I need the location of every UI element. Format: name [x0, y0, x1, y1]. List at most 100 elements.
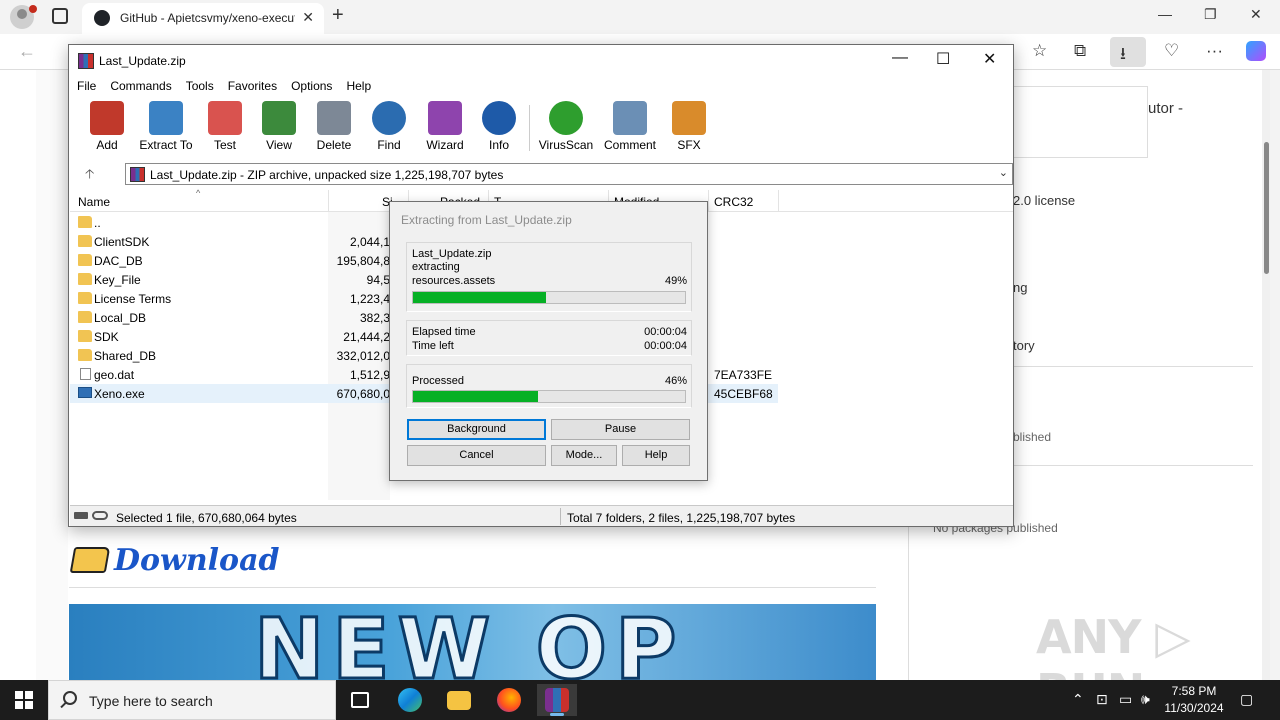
delete-button[interactable]: Delete — [306, 101, 362, 152]
notification-badge — [29, 5, 37, 13]
processed-progress-bar — [412, 390, 686, 403]
mode-button[interactable]: Mode... — [551, 445, 617, 466]
column-name[interactable]: Name — [78, 195, 110, 209]
taskbar-clock[interactable]: 7:58 PM 11/30/2024 — [1158, 683, 1230, 717]
browser-essentials-icon[interactable]: ♡ — [1164, 41, 1179, 61]
divider — [69, 587, 876, 588]
test-button[interactable]: Test — [197, 101, 253, 152]
item-size: 195,804,8 — [336, 254, 390, 268]
status-selection: Selected 1 file, 670,680,064 bytes — [116, 511, 297, 525]
browser-tab-bar: GitHub - Apietcsvmy/xeno-executor ✕ + — … — [0, 0, 1280, 34]
menu-tools[interactable]: Tools — [186, 76, 222, 98]
add-button[interactable]: Add — [79, 101, 135, 152]
delete-icon — [317, 101, 351, 135]
item-name: .. — [94, 216, 101, 230]
chevron-down-icon[interactable]: ⌄ — [999, 166, 1008, 179]
releases-fragment: blished — [1013, 430, 1052, 444]
new-tab-button[interactable]: + — [332, 4, 344, 27]
start-button[interactable] — [15, 691, 33, 709]
taskbar-edge[interactable] — [390, 684, 430, 716]
dialog-title: Extracting from Last_Update.zip — [401, 213, 572, 227]
up-folder-icon[interactable]: 🡡 — [85, 165, 94, 187]
column-crc32[interactable]: CRC32 — [714, 195, 753, 209]
wizard-icon — [428, 101, 462, 135]
test-icon — [208, 101, 242, 135]
extract-to-button[interactable]: Extract To — [138, 101, 194, 152]
task-view-button[interactable] — [340, 684, 380, 716]
browser-minimize-button[interactable]: — — [1158, 6, 1172, 22]
browser-close-button[interactable]: ✕ — [1250, 6, 1262, 23]
sfx-button[interactable]: SFX — [661, 101, 717, 152]
tray-overflow-icon[interactable]: ⌃ — [1072, 691, 1084, 708]
page-scrollbar[interactable] — [1262, 70, 1270, 680]
taskbar-file-explorer[interactable] — [439, 684, 479, 716]
taskbar-search-box[interactable]: Type here to search — [48, 680, 336, 720]
pause-button[interactable]: Pause — [551, 419, 690, 440]
tab-actions-icon[interactable] — [52, 8, 68, 24]
notifications-icon[interactable]: ▢ — [1240, 691, 1253, 708]
view-button[interactable]: View — [251, 101, 307, 152]
menu-options[interactable]: Options — [291, 76, 340, 98]
path-text: Last_Update.zip - ZIP archive, unpacked … — [150, 168, 504, 182]
find-button[interactable]: Find — [361, 101, 417, 152]
wizard-label: Wizard — [426, 138, 464, 152]
taskbar: Type here to search ⌃ ⊡ ▭ 🕪 7:58 PM 11/3… — [0, 680, 1280, 720]
help-button[interactable]: Help — [622, 445, 690, 466]
time-left-label: Time left — [412, 340, 454, 352]
folder-icon — [78, 349, 92, 361]
item-name: License Terms — [94, 292, 172, 306]
key-icon — [92, 511, 108, 520]
item-size: 332,012,0 — [336, 349, 390, 363]
winrar-titlebar[interactable]: Last_Update.zip — ☐ ✕ — [69, 45, 1013, 76]
tray-app-icon[interactable]: ⊡ — [1096, 691, 1108, 708]
column-separator — [708, 190, 709, 212]
scrollbar-thumb[interactable] — [1264, 142, 1269, 274]
path-dropdown[interactable]: Last_Update.zip - ZIP archive, unpacked … — [125, 163, 1013, 185]
winrar-statusbar: Selected 1 file, 670,680,064 bytes Total… — [70, 505, 1013, 526]
license-link[interactable]: 2.0 license — [1013, 193, 1075, 208]
menu-favorites[interactable]: Favorites — [228, 76, 285, 98]
back-button[interactable]: ← — [18, 41, 36, 62]
menu-commands[interactable]: Commands — [110, 76, 179, 98]
extract-to-label: Extract To — [139, 138, 193, 152]
collections-icon[interactable]: ⧉ — [1074, 41, 1086, 61]
comment-label: Comment — [603, 138, 656, 152]
winrar-maximize-button[interactable]: ☐ — [936, 49, 950, 69]
tab-close-icon[interactable]: ✕ — [302, 9, 314, 26]
item-size: 2,044,1 — [349, 235, 390, 249]
wizard-button[interactable]: Wizard — [417, 101, 473, 152]
tab-github[interactable]: GitHub - Apietcsvmy/xeno-executor ✕ — [82, 3, 324, 34]
more-menu-icon[interactable]: ··· — [1206, 41, 1223, 61]
virusscan-button[interactable]: VirusScan — [538, 101, 594, 152]
menu-help[interactable]: Help — [346, 76, 379, 98]
volume-icon[interactable]: 🕪 — [1141, 691, 1150, 708]
virusscan-icon — [549, 101, 583, 135]
browser-restore-button[interactable]: ❐ — [1204, 6, 1217, 23]
item-size: 382,3 — [359, 311, 390, 325]
taskbar-winrar[interactable] — [537, 684, 577, 716]
network-icon[interactable]: ▭ — [1119, 691, 1132, 708]
info-button[interactable]: Info — [471, 101, 527, 152]
winrar-minimize-button[interactable]: — — [892, 49, 908, 67]
delete-label: Delete — [316, 138, 352, 152]
extract-progress-dialog: Extracting from Last_Update.zip Last_Upd… — [389, 201, 708, 481]
favorites-icon[interactable]: ☆ — [1032, 41, 1047, 61]
winrar-menubar: File Commands Tools Favorites Options He… — [69, 76, 1013, 98]
cancel-button[interactable]: Cancel — [407, 445, 546, 466]
copilot-icon[interactable] — [1246, 41, 1266, 61]
item-name: DAC_DB — [94, 254, 143, 268]
menu-file[interactable]: File — [77, 76, 104, 98]
search-icon — [63, 691, 77, 705]
comment-button[interactable]: Comment — [602, 101, 658, 152]
history-fragment: tory — [1013, 338, 1035, 353]
downloads-button[interactable] — [1110, 37, 1146, 67]
folder-icon — [78, 330, 92, 342]
winrar-app-icon — [78, 53, 94, 69]
item-size: 21,444,2 — [343, 330, 390, 344]
item-name: SDK — [94, 330, 119, 344]
winrar-close-button[interactable]: ✕ — [983, 49, 996, 69]
background-button[interactable]: Background — [407, 419, 546, 440]
taskbar-firefox[interactable] — [489, 684, 529, 716]
item-crc32: 7EA733FE — [714, 368, 773, 382]
downloads-icon[interactable]: ⭳ — [1120, 41, 1126, 70]
